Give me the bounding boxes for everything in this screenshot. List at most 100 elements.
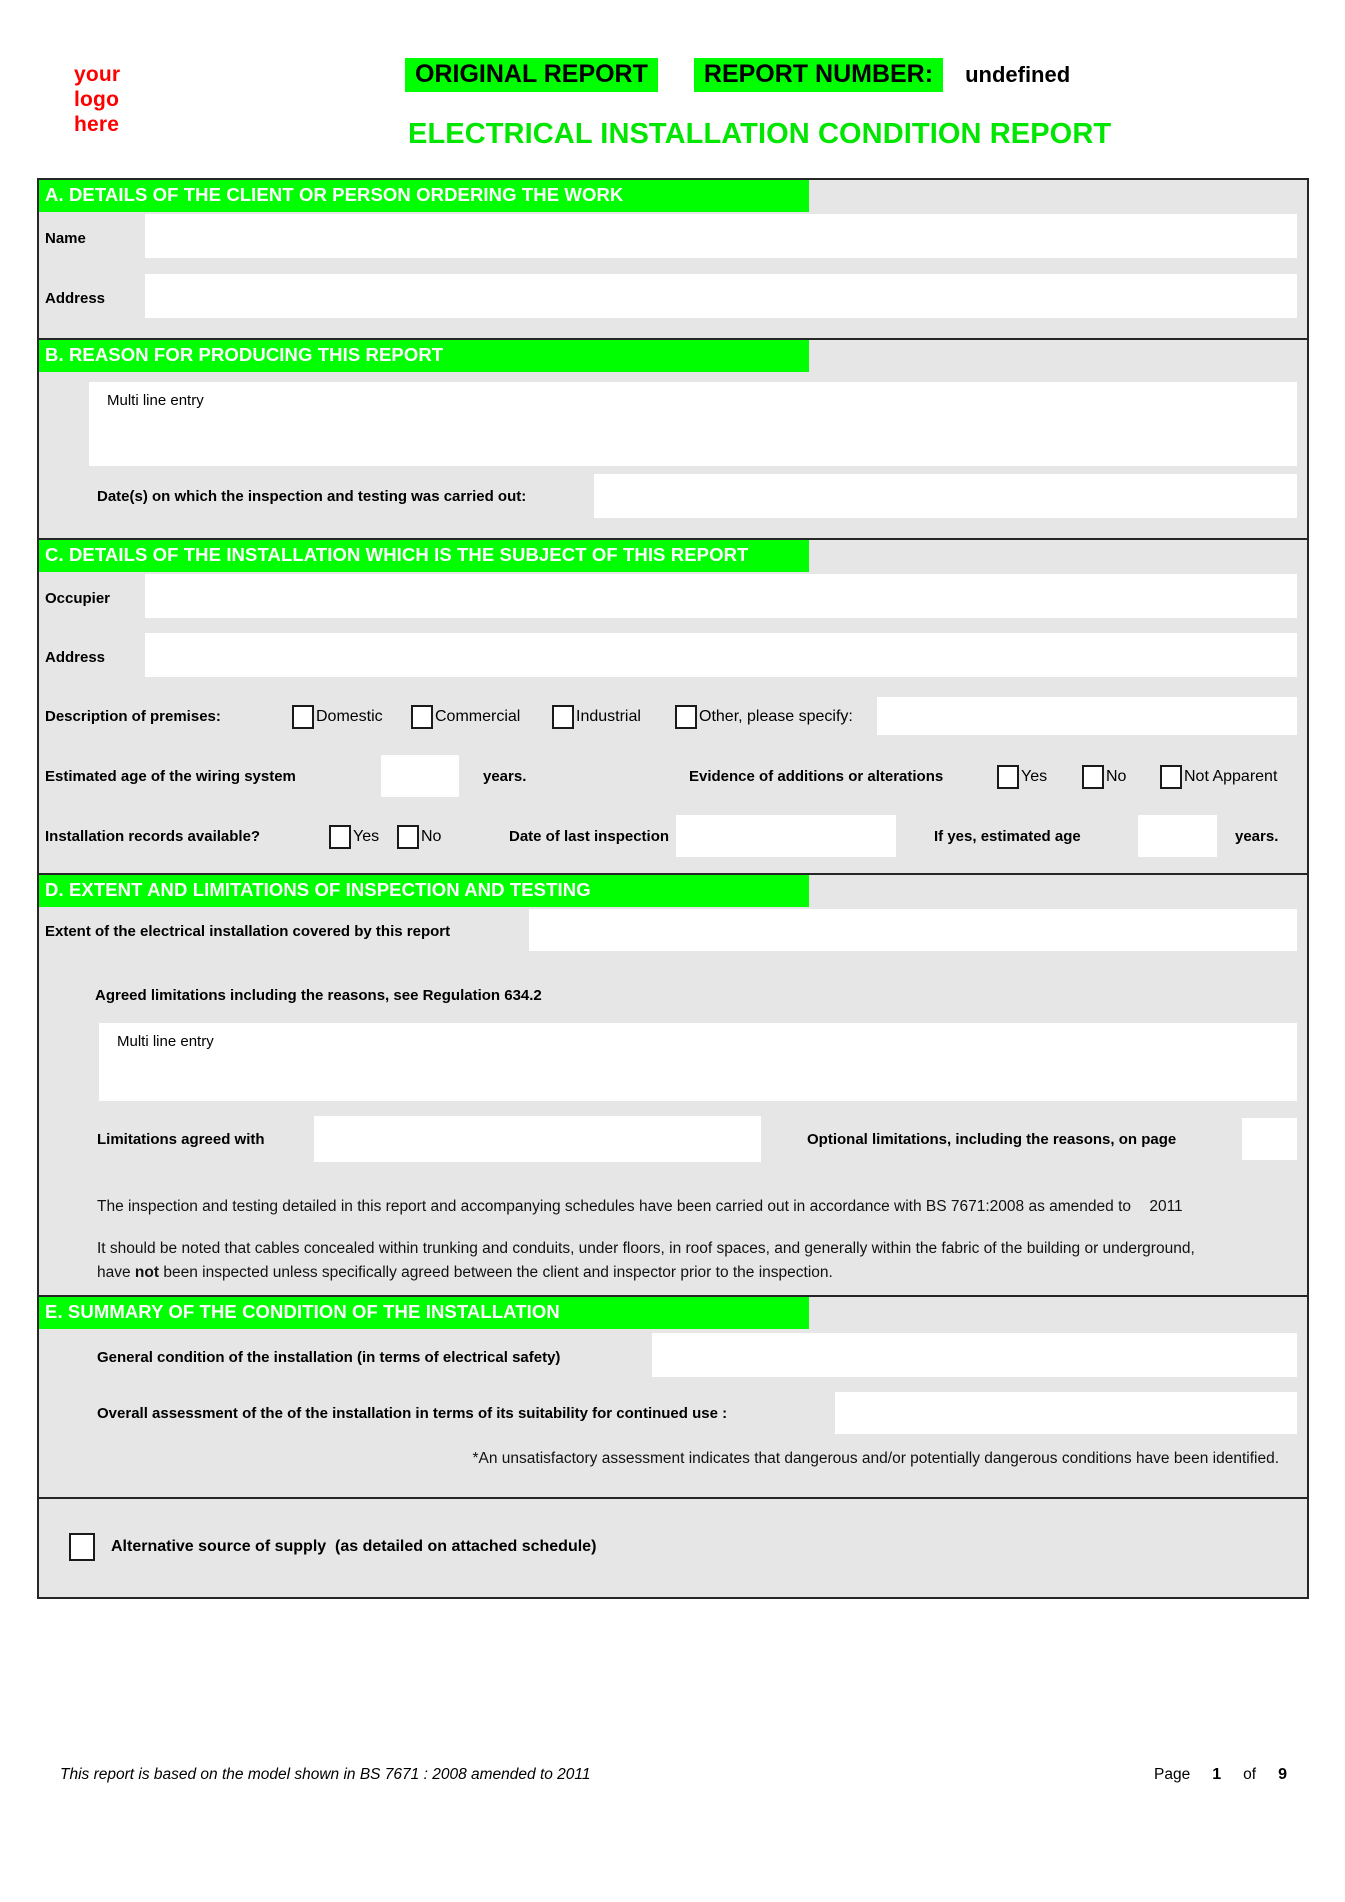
compliance-paragraph-2-pre: have <box>97 1264 135 1282</box>
occupier-input[interactable] <box>145 574 1297 618</box>
premises-option-industrial-label: Industrial <box>576 708 641 725</box>
checkbox-industrial-icon[interactable] <box>552 705 574 729</box>
wiring-age-row: Estimated age of the wiring system years… <box>39 751 1307 811</box>
evidence-option-not-apparent[interactable]: Not Apparent <box>1160 765 1277 789</box>
inspection-dates-row: Date(s) on which the inspection and test… <box>39 472 1307 538</box>
evidence-option-no[interactable]: No <box>1082 765 1126 789</box>
extent-input[interactable] <box>529 909 1297 951</box>
overall-assessment-row: Overall assessment of the of the install… <box>39 1391 1307 1439</box>
compliance-paragraph-2-line2: have not been inspected unless specifica… <box>97 1261 1297 1285</box>
premises-option-other[interactable]: Other, please specify: <box>675 705 853 729</box>
occupier-row: Occupier <box>39 572 1307 631</box>
if-yes-years-label: years. <box>1235 828 1279 845</box>
installation-address-row: Address <box>39 631 1307 691</box>
original-report-badge: ORIGINAL REPORT <box>405 58 658 93</box>
report-header: your logo here ORIGINAL REPORT REPORT NU… <box>0 0 1345 150</box>
wiring-age-years-label: years. <box>483 768 527 785</box>
section-e: E. SUMMARY OF THE CONDITION OF THE INSTA… <box>39 1295 1307 1497</box>
limitations-agreed-input[interactable] <box>314 1116 761 1162</box>
client-name-input[interactable] <box>145 214 1297 258</box>
alt-supply-label: Alternative source of supply <box>111 1538 327 1555</box>
checkbox-alt-supply-icon[interactable] <box>69 1533 95 1561</box>
logo-line-1: your <box>74 63 121 86</box>
checkbox-evidence-not-apparent-icon[interactable] <box>1160 765 1182 789</box>
records-option-no[interactable]: No <box>397 825 441 849</box>
premises-option-industrial[interactable]: Industrial <box>552 705 641 729</box>
installation-address-input[interactable] <box>145 633 1297 677</box>
page-total: 9 <box>1278 1766 1287 1783</box>
evidence-additions-label: Evidence of additions or alterations <box>689 768 944 785</box>
page-title: ELECTRICAL INSTALLATION CONDITION REPORT <box>408 118 1112 150</box>
unsatisfactory-note: *An unsatisfactory assessment indicates … <box>472 1450 1279 1467</box>
page-of-label: of <box>1243 1766 1257 1783</box>
checkbox-commercial-icon[interactable] <box>411 705 433 729</box>
checkbox-evidence-no-icon[interactable] <box>1082 765 1104 789</box>
checkbox-records-no-icon[interactable] <box>397 825 419 849</box>
last-inspection-input[interactable] <box>676 815 896 857</box>
premises-option-domestic-label: Domestic <box>316 708 383 725</box>
overall-assessment-input[interactable] <box>835 1392 1297 1434</box>
premises-option-commercial-label: Commercial <box>435 708 521 725</box>
client-address-label: Address <box>45 290 106 307</box>
general-condition-label: General condition of the installation (i… <box>97 1349 561 1366</box>
premises-description-label: Description of premises: <box>45 708 221 725</box>
section-a-header: A. DETAILS OF THE CLIENT OR PERSON ORDER… <box>39 180 1307 212</box>
compliance-paragraph-2-post: been inspected unless specifically agree… <box>159 1264 833 1282</box>
limitations-multiline-input[interactable]: Multi line entry <box>99 1023 1297 1101</box>
last-inspection-label: Date of last inspection <box>509 828 670 845</box>
unsatisfactory-note-row: *An unsatisfactory assessment indicates … <box>39 1439 1307 1497</box>
header-top-row: ORIGINAL REPORT REPORT NUMBER: undefined <box>405 58 1071 93</box>
premises-option-domestic[interactable]: Domestic <box>292 705 383 729</box>
report-form: A. DETAILS OF THE CLIENT OR PERSON ORDER… <box>37 178 1309 1599</box>
compliance-paragraph-1: The inspection and testing detailed in t… <box>97 1195 1297 1219</box>
client-name-label: Name <box>45 230 86 247</box>
section-d-header: D. EXTENT AND LIMITATIONS OF INSPECTION … <box>39 875 1307 907</box>
reason-multiline-input[interactable]: Multi line entry <box>89 382 1297 466</box>
compliance-paragraph-2-bold: not <box>134 1264 160 1282</box>
evidence-option-no-label: No <box>1106 768 1127 785</box>
extent-label: Extent of the electrical installation co… <box>45 923 451 940</box>
page-number: 1 <box>1212 1766 1222 1783</box>
alt-supply-row: Alternative source of supply (as detaile… <box>39 1499 1307 1597</box>
section-b-header: B. REASON FOR PRODUCING THIS REPORT <box>39 340 1307 372</box>
premises-option-other-label: Other, please specify: <box>699 708 853 725</box>
page-indicator: Page 1 of 9 <box>1154 1766 1287 1784</box>
footer-note: This report is based on the model shown … <box>60 1766 591 1783</box>
premises-other-input[interactable] <box>877 697 1297 735</box>
compliance-amend-year: 2011 <box>1149 1198 1183 1215</box>
wiring-age-input[interactable] <box>381 755 459 797</box>
premises-description-row: Description of premises: Domestic Commer… <box>39 691 1307 751</box>
section-e-header: E. SUMMARY OF THE CONDITION OF THE INSTA… <box>39 1297 1307 1329</box>
evidence-option-yes[interactable]: Yes <box>997 765 1047 789</box>
premises-option-commercial[interactable]: Commercial <box>411 705 520 729</box>
checkbox-domestic-icon[interactable] <box>292 705 314 729</box>
limitations-multiline-row: Multi line entry <box>39 1019 1307 1113</box>
section-c-heading: C. DETAILS OF THE INSTALLATION WHICH IS … <box>45 544 749 565</box>
compliance-paragraph-2: It should be noted that cables concealed… <box>97 1237 1297 1285</box>
section-d: D. EXTENT AND LIMITATIONS OF INSPECTION … <box>39 873 1307 1295</box>
reason-multiline-row: Multi line entry <box>39 372 1307 472</box>
logo-placeholder: your logo here <box>74 62 120 137</box>
general-condition-row: General condition of the installation (i… <box>39 1329 1307 1391</box>
section-a-heading: A. DETAILS OF THE CLIENT OR PERSON ORDER… <box>45 184 624 205</box>
page-label: Page <box>1154 1766 1191 1783</box>
records-option-no-label: No <box>421 828 442 845</box>
report-number-value: undefined <box>965 62 1071 87</box>
evidence-option-yes-label: Yes <box>1021 768 1048 785</box>
section-a: A. DETAILS OF THE CLIENT OR PERSON ORDER… <box>39 180 1307 338</box>
alt-supply-checkbox-wrap[interactable] <box>69 1533 95 1561</box>
if-yes-age-input[interactable] <box>1138 815 1217 857</box>
checkbox-other-icon[interactable] <box>675 705 697 729</box>
optional-limitations-page-input[interactable] <box>1242 1118 1297 1160</box>
client-address-row: Address <box>39 272 1307 338</box>
general-condition-input[interactable] <box>652 1333 1297 1377</box>
inspection-dates-input[interactable] <box>594 474 1297 518</box>
checkbox-evidence-yes-icon[interactable] <box>997 765 1019 789</box>
checkbox-records-yes-icon[interactable] <box>329 825 351 849</box>
compliance-paragraphs: The inspection and testing detailed in t… <box>39 1185 1307 1295</box>
logo-line-3: here <box>74 113 120 136</box>
client-address-input[interactable] <box>145 274 1297 318</box>
occupier-label: Occupier <box>45 590 111 607</box>
records-option-yes[interactable]: Yes <box>329 825 379 849</box>
records-option-yes-label: Yes <box>353 828 380 845</box>
